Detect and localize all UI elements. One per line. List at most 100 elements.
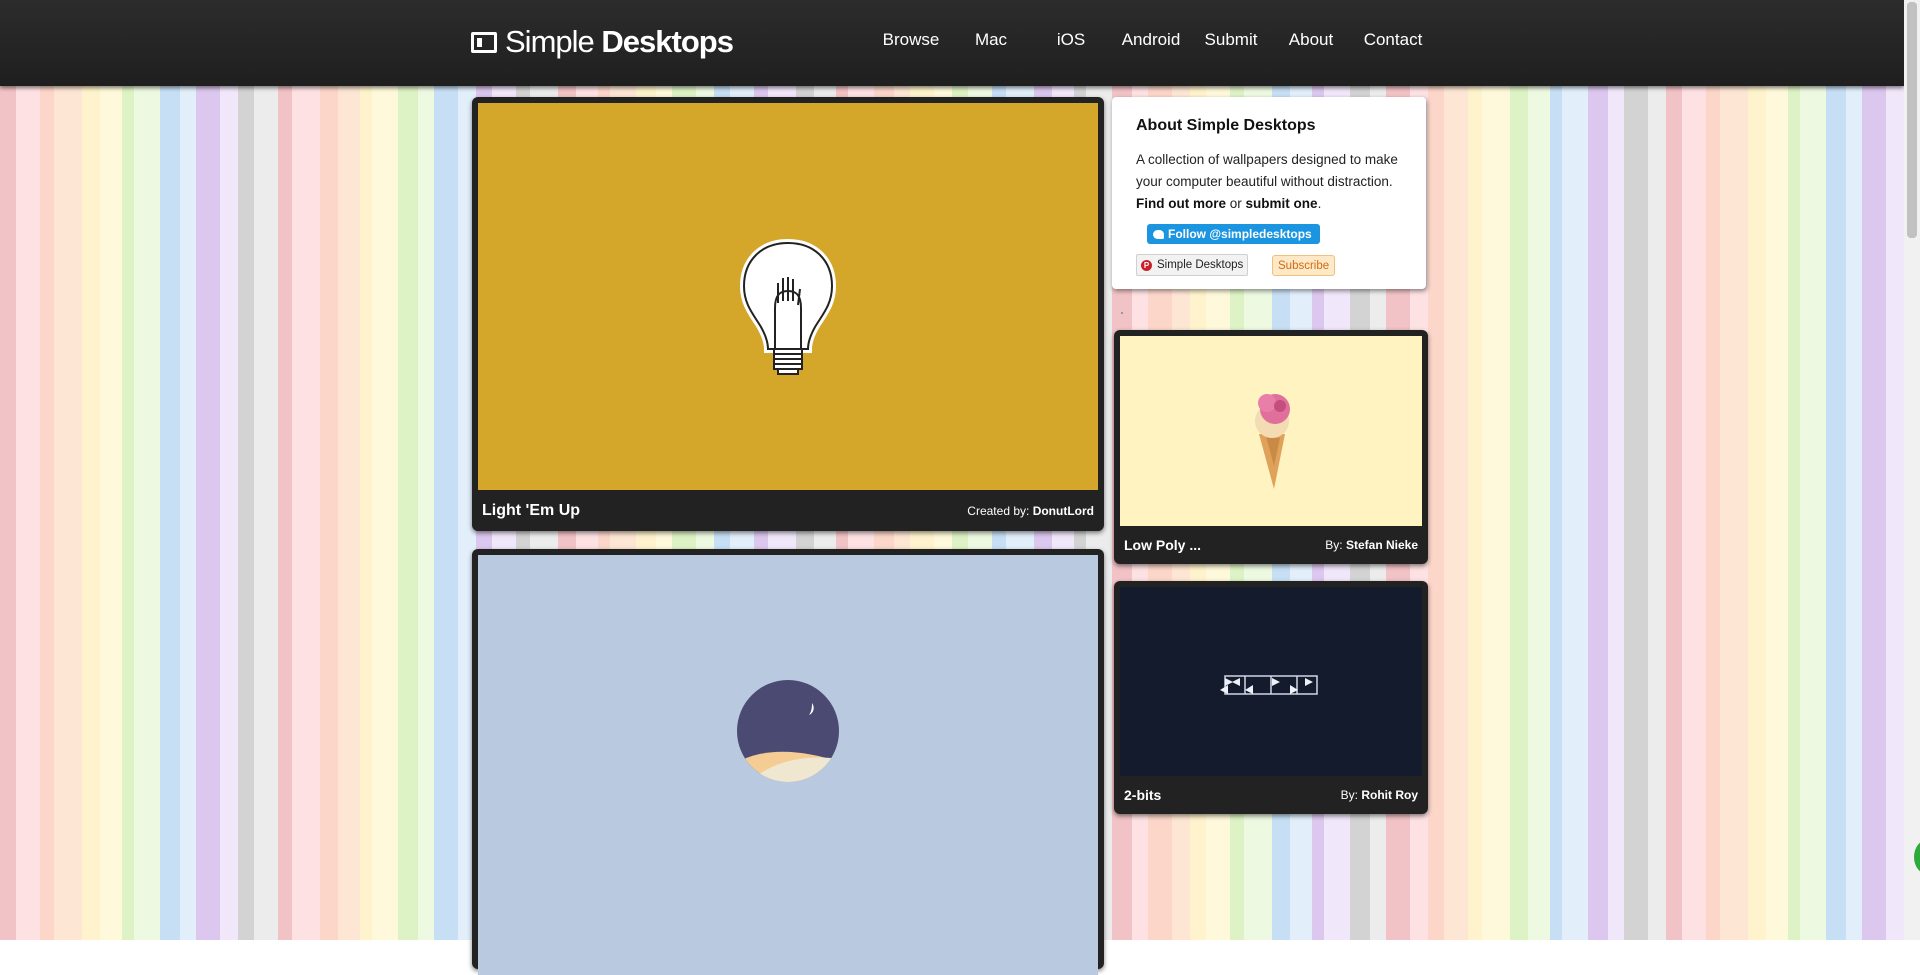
about-or: or <box>1229 196 1242 211</box>
author-link[interactable]: Stefan Nieke <box>1346 538 1418 552</box>
nav-contact[interactable]: Contact <box>1364 30 1423 50</box>
sidebar-wallpaper-card: Low Poly ... By: Stefan Nieke <box>1114 330 1428 564</box>
sidebar-wallpaper-card: 2-bits By: Rohit Roy <box>1114 581 1428 814</box>
background-stripe <box>1468 0 1482 940</box>
background-stripe <box>160 0 180 940</box>
background-stripe <box>0 0 16 940</box>
background-stripe <box>320 0 338 940</box>
author-link[interactable]: DonutLord <box>1033 504 1094 518</box>
wallpaper-credit: Created by: DonutLord <box>967 504 1094 518</box>
featured-wallpaper-card: Light 'Em Up Created by: DonutLord <box>472 97 1104 531</box>
background-stripe <box>180 0 196 940</box>
nav-submit[interactable]: Submit <box>1205 30 1258 50</box>
twitter-bird-icon <box>1153 229 1164 239</box>
background-stripe <box>1788 0 1800 940</box>
featured-wallpaper-card <box>472 549 1104 975</box>
background-stripe <box>122 0 134 940</box>
background-stripe <box>1682 0 1706 940</box>
background-stripe <box>100 0 122 940</box>
background-stripe <box>1706 0 1720 940</box>
wallpaper-caption: 2-bits By: Rohit Roy <box>1114 776 1428 814</box>
find-out-more-link[interactable]: Find out more <box>1136 196 1226 211</box>
logo-text: Simple Desktops <box>505 24 734 60</box>
background-stripe <box>1608 0 1624 940</box>
pinterest-label: Simple Desktops <box>1157 259 1244 271</box>
background-stripe <box>54 0 82 940</box>
ice-cream-cone-illustration <box>1255 394 1290 489</box>
background-stripe <box>1510 0 1528 940</box>
background-stripe <box>1846 0 1862 940</box>
nav-browse[interactable]: Browse <box>883 30 940 50</box>
moon-landscape-illustration <box>737 680 839 782</box>
about-text: A collection of wallpapers designed to m… <box>1136 149 1416 215</box>
credit-label: By: <box>1340 788 1358 802</box>
background-stripe <box>398 0 418 940</box>
background-stripe <box>1862 0 1886 940</box>
wallpaper-caption: Light 'Em Up Created by: DonutLord <box>472 490 1104 531</box>
background-stripe <box>1748 0 1766 940</box>
credit-label: By: <box>1325 538 1343 552</box>
background-stripe <box>372 0 398 940</box>
site-logo[interactable]: Simple Desktops <box>471 24 734 60</box>
background-stripe <box>16 0 40 940</box>
pinterest-icon: P <box>1141 259 1152 271</box>
background-stripe <box>1550 0 1562 940</box>
background-stripe <box>1886 0 1904 940</box>
background-stripe <box>1648 0 1666 940</box>
background-stripe <box>1588 0 1608 940</box>
background-stripe <box>220 0 238 940</box>
background-stripe <box>1800 0 1826 940</box>
background-stripe <box>1766 0 1788 940</box>
about-panel: About Simple Desktops A collection of wa… <box>1112 97 1426 289</box>
background-stripe <box>82 0 100 940</box>
background-stripe <box>338 0 360 940</box>
nav-about[interactable]: About <box>1289 30 1333 50</box>
background-stripe <box>1528 0 1550 940</box>
header-bar: Simple Desktops Browse Mac iOS Android S… <box>0 0 1904 86</box>
lightbulb-illustration <box>739 238 837 375</box>
nav-ios[interactable]: iOS <box>1057 30 1085 50</box>
background-stripe <box>238 0 254 940</box>
wallpaper-thumbnail[interactable] <box>478 103 1098 490</box>
nav-android[interactable]: Android <box>1122 30 1181 50</box>
about-description: A collection of wallpapers designed to m… <box>1136 152 1398 189</box>
wallpaper-title[interactable]: Low Poly ... <box>1124 537 1201 553</box>
about-period: . <box>1317 196 1322 211</box>
nav-mac[interactable]: Mac <box>975 30 1007 50</box>
wallpaper-caption: Low Poly ... By: Stefan Nieke <box>1114 526 1428 564</box>
subscribe-button[interactable]: Subscribe <box>1272 255 1336 276</box>
vertical-scrollbar[interactable] <box>1904 0 1920 940</box>
twitter-follow-button[interactable]: Follow @simpledesktops <box>1147 224 1320 244</box>
wallpaper-credit: By: Rohit Roy <box>1341 788 1418 802</box>
desktop-icon <box>471 31 497 53</box>
background-stripe <box>1444 0 1468 940</box>
about-heading: About Simple Desktops <box>1136 117 1316 134</box>
wallpaper-credit: By: Stefan Nieke <box>1325 538 1418 552</box>
logo-text-light: Simple <box>505 24 595 59</box>
background-stripe <box>134 0 160 940</box>
background-stripe <box>40 0 54 940</box>
pinterest-follow-button[interactable]: P Simple Desktops <box>1136 254 1249 276</box>
wallpaper-title[interactable]: 2-bits <box>1124 787 1161 803</box>
background-stripe <box>1720 0 1748 940</box>
wallpaper-thumbnail[interactable] <box>1120 587 1422 776</box>
background-stripe <box>196 0 220 940</box>
two-bits-illustration <box>1220 675 1318 695</box>
scrollbar-thumb[interactable] <box>1907 2 1917 238</box>
background-stripe <box>1624 0 1648 940</box>
background-stripe <box>1666 0 1682 940</box>
author-link[interactable]: Rohit Roy <box>1361 788 1418 802</box>
background-stripe <box>292 0 320 940</box>
wallpaper-thumbnail[interactable] <box>1120 336 1422 526</box>
submit-one-link[interactable]: submit one <box>1246 196 1318 211</box>
logo-text-bold: Desktops <box>601 24 734 59</box>
background-stripe <box>1428 0 1444 940</box>
wallpaper-title[interactable]: Light 'Em Up <box>482 502 580 520</box>
credit-label: Created by: <box>967 503 1030 518</box>
background-stripe <box>434 0 458 940</box>
background-stripe <box>278 0 292 940</box>
divider-dot <box>1121 312 1123 314</box>
background-stripe <box>1482 0 1510 940</box>
background-stripe <box>360 0 372 940</box>
wallpaper-thumbnail[interactable] <box>478 555 1098 975</box>
